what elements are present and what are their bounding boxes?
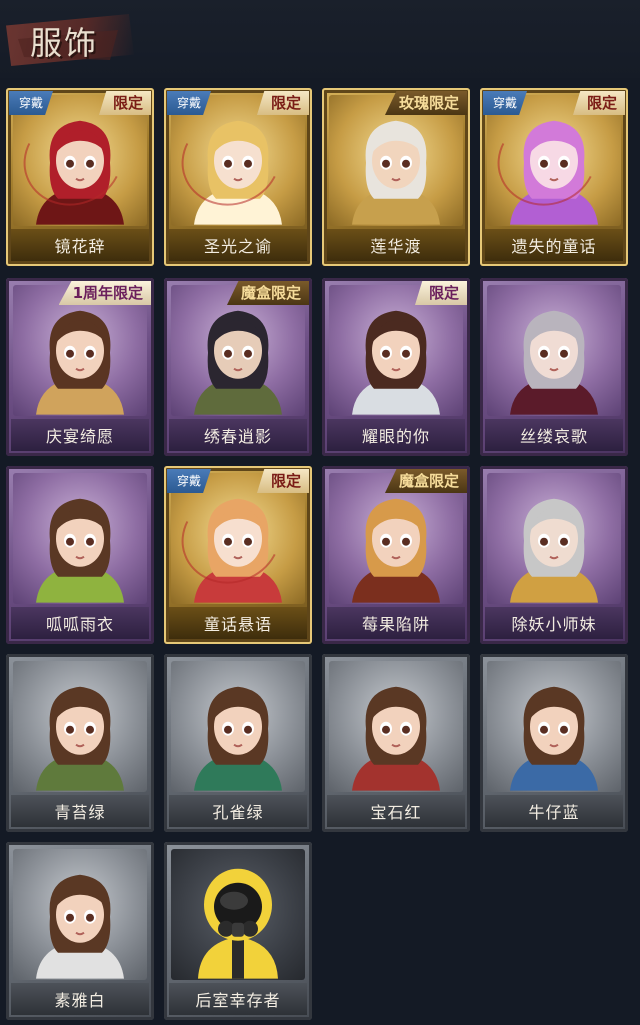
character-portrait — [510, 498, 598, 603]
costume-card[interactable]: 魔盒限定绣春逍影 — [164, 278, 312, 456]
costume-card[interactable]: 魔盒限定莓果陷阱 — [322, 466, 470, 644]
costume-portrait-frame — [13, 661, 147, 792]
costume-name: 丝缕哀歌 — [485, 419, 623, 451]
costume-name: 庆宴绮愿 — [11, 419, 149, 451]
costume-name: 圣光之谕 — [169, 229, 307, 261]
limited-badge: 魔盒限定 — [226, 281, 309, 305]
costume-card[interactable]: 穿戴 限定 遗失的童话 — [480, 88, 628, 266]
character-portrait — [352, 120, 440, 225]
character-portrait — [36, 686, 124, 791]
costume-card[interactable]: 青苔绿 — [6, 654, 154, 832]
costume-card[interactable]: 玫瑰限定莲华渡 — [322, 88, 470, 266]
costume-name: 莲华渡 — [327, 229, 465, 261]
character-portrait — [352, 498, 440, 603]
costume-name: 牛仔蓝 — [485, 795, 623, 827]
costume-card[interactable]: 宝石红 — [322, 654, 470, 832]
character-portrait — [194, 686, 282, 791]
costume-card[interactable]: 素雅白 — [6, 842, 154, 1020]
costume-card[interactable]: 穿戴 限定 圣光之谕 — [164, 88, 312, 266]
costume-name: 镜花辞 — [11, 229, 149, 261]
character-portrait — [36, 498, 124, 603]
limited-badge: 魔盒限定 — [384, 469, 467, 493]
costume-card[interactable]: 限定耀眼的你 — [322, 278, 470, 456]
limited-badge: 限定 — [256, 469, 309, 493]
costume-portrait-frame — [487, 473, 621, 604]
costume-portrait-frame — [171, 849, 305, 980]
costume-name: 遗失的童话 — [485, 229, 623, 261]
costume-name: 童话悬语 — [169, 607, 307, 639]
costume-portrait-frame — [329, 661, 463, 792]
costume-name: 绣春逍影 — [169, 419, 307, 451]
character-portrait — [352, 686, 440, 791]
costume-grid: 穿戴 限定 镜花辞 穿戴 限定 圣光之谕 玫瑰限定 莲华渡 穿戴 限定 遗失的童话 1周年限定 庆宴绮愿… — [0, 0, 640, 1025]
costume-card[interactable]: 后室幸存者 — [164, 842, 312, 1020]
costume-card[interactable]: 穿戴 限定 童话悬语 — [164, 466, 312, 644]
character-portrait — [352, 310, 440, 415]
character-portrait — [194, 310, 282, 415]
costume-name: 呱呱雨衣 — [11, 607, 149, 639]
costume-portrait-frame — [487, 661, 621, 792]
limited-badge: 限定 — [98, 91, 151, 115]
costume-card[interactable]: 除妖小师妹 — [480, 466, 628, 644]
limited-badge: 限定 — [414, 281, 467, 305]
character-portrait — [510, 310, 598, 415]
costume-card[interactable]: 1周年限定庆宴绮愿 — [6, 278, 154, 456]
costume-card[interactable]: 丝缕哀歌 — [480, 278, 628, 456]
costume-name: 耀眼的你 — [327, 419, 465, 451]
costume-portrait-frame — [487, 285, 621, 416]
costume-name: 素雅白 — [11, 983, 149, 1015]
character-portrait — [198, 868, 278, 979]
costume-card[interactable]: 呱呱雨衣 — [6, 466, 154, 644]
costume-name: 后室幸存者 — [169, 983, 307, 1015]
costume-name: 除妖小师妹 — [485, 607, 623, 639]
character-portrait — [510, 686, 598, 791]
costume-card[interactable]: 孔雀绿 — [164, 654, 312, 832]
costume-name: 莓果陷阱 — [327, 607, 465, 639]
costume-card[interactable]: 穿戴 限定 镜花辞 — [6, 88, 154, 266]
costume-card[interactable]: 牛仔蓝 — [480, 654, 628, 832]
costume-portrait-frame — [13, 473, 147, 604]
character-portrait — [36, 310, 124, 415]
character-portrait — [36, 874, 124, 979]
costume-name: 宝石红 — [327, 795, 465, 827]
costume-name: 孔雀绿 — [169, 795, 307, 827]
costume-portrait-frame — [171, 661, 305, 792]
limited-badge: 1周年限定 — [58, 281, 151, 305]
costume-name: 青苔绿 — [11, 795, 149, 827]
limited-badge: 限定 — [256, 91, 309, 115]
limited-badge: 玫瑰限定 — [384, 91, 467, 115]
costume-portrait-frame — [13, 849, 147, 980]
limited-badge: 限定 — [572, 91, 625, 115]
